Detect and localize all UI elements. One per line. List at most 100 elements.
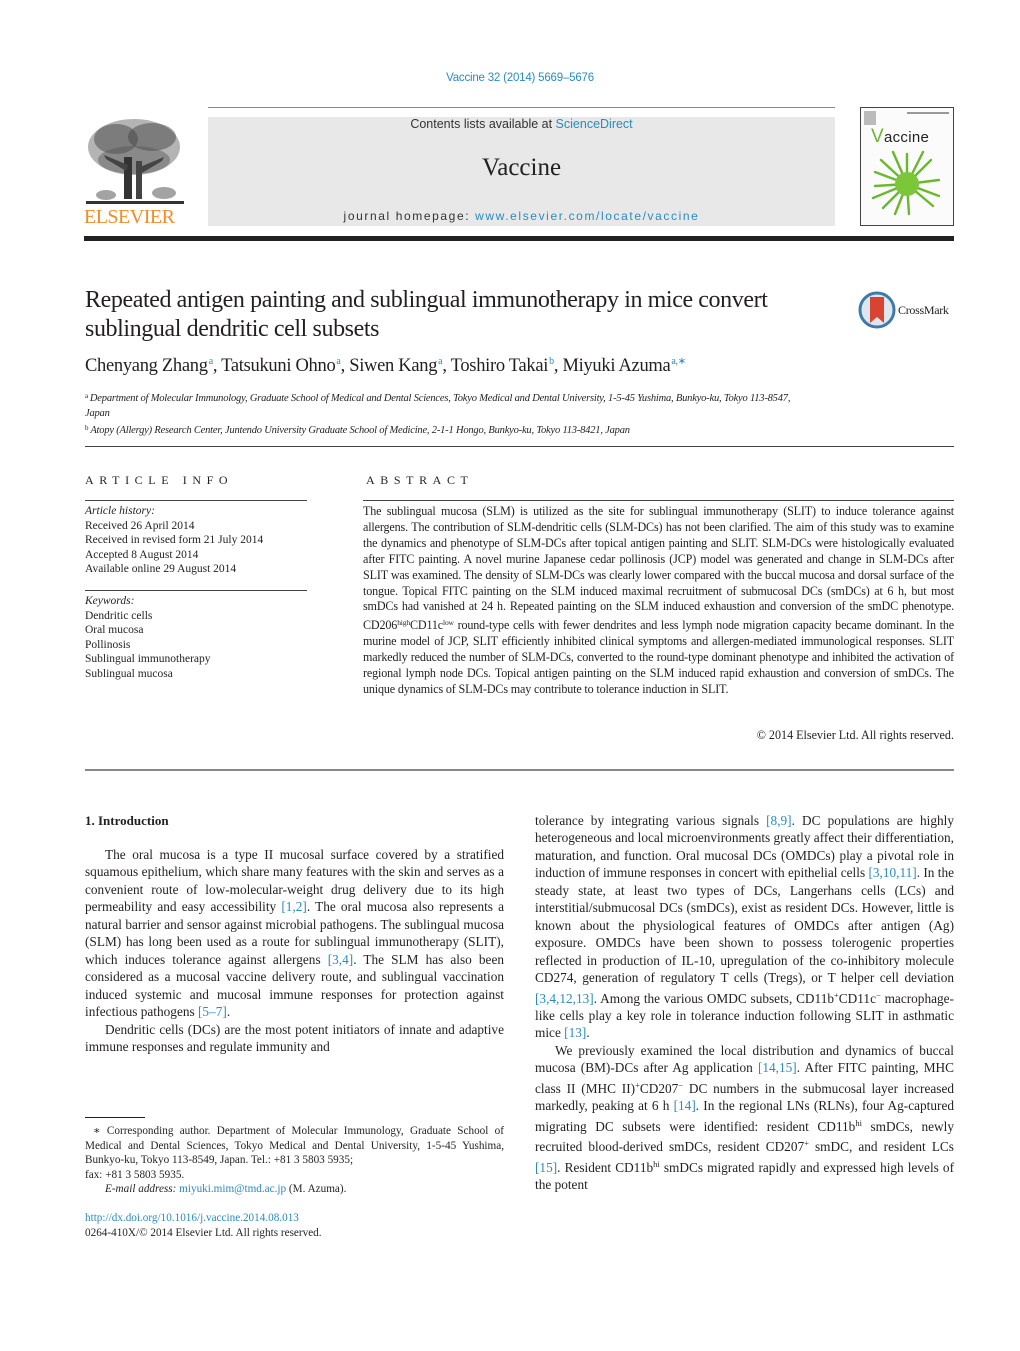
keywords: Keywords: Dendritic cells Oral mucosa Po…: [85, 594, 315, 681]
cover-issue-info-icon: [907, 112, 949, 114]
journal-title: Vaccine: [481, 154, 562, 181]
citation-link[interactable]: Vaccine 32 (2014) 5669–5676: [446, 72, 594, 84]
citation-ref-link[interactable]: [5–7]: [198, 1004, 227, 1019]
crossmark-label[interactable]: CrossMark: [898, 303, 949, 318]
email-link[interactable]: miyuki.mim@tmd.ac.jp: [179, 1183, 286, 1195]
abstract-sup: low: [443, 618, 454, 628]
homepage-link[interactable]: www.elsevier.com/locate/vaccine: [475, 209, 699, 223]
paragraph: Dendritic cells (DCs) are the most poten…: [85, 1021, 504, 1054]
footnote-email: E-mail address: miyuki.mim@tmd.ac.jp (M.…: [85, 1182, 504, 1197]
issn-copyright: 0264-410X/© 2014 Elsevier Ltd. All right…: [85, 1227, 322, 1239]
citation-ref-link[interactable]: [15]: [535, 1160, 557, 1175]
abstract-sup: high: [397, 618, 410, 628]
corresponding-author-footnote: ∗ Corresponding author. Department of Mo…: [85, 1124, 504, 1197]
section-divider: [85, 446, 954, 447]
sciencedirect-link[interactable]: ScienceDirect: [556, 117, 633, 131]
keyword-item: Oral mucosa: [85, 624, 144, 636]
affiliation-key: b: [85, 424, 89, 432]
article-info-rule: [85, 500, 307, 501]
paragraph: We previously examined the local distrib…: [535, 1042, 954, 1194]
publisher-wordmark: ELSEVIER: [84, 206, 175, 228]
cover-title: Vaccine: [871, 126, 929, 148]
history-label: Article history:: [85, 505, 155, 517]
footnote-fax: fax: +81 3 5803 5935.: [85, 1168, 185, 1181]
cover-title-v: V: [871, 126, 884, 147]
text-run: CD207: [639, 1080, 679, 1096]
author-name[interactable]: Toshiro Takai: [451, 356, 549, 376]
keywords-rule: [85, 590, 307, 591]
citation-ref-link[interactable]: [1,2]: [281, 899, 306, 914]
text-run: . Among the various OMDC subsets, CD11b: [593, 990, 834, 1006]
citation-ref-link[interactable]: [13]: [564, 1025, 586, 1040]
superscript: hi: [855, 1117, 862, 1128]
keyword-item: Sublingual mucosa: [85, 667, 173, 680]
affiliation-text: Atopy (Allergy) Research Center, Juntend…: [90, 425, 630, 436]
article-info-heading: ARTICLE INFO: [85, 473, 234, 487]
text-run: smDC, and resident LCs: [808, 1139, 954, 1155]
doi-link[interactable]: http://dx.doi.org/10.1016/j.vaccine.2014…: [85, 1211, 322, 1226]
citation-ref-link[interactable]: [14,15]: [758, 1060, 797, 1075]
abstract-rule: [363, 500, 954, 501]
author-name[interactable]: Miyuki Azuma: [562, 356, 670, 376]
keyword-item: Dendritic cells: [85, 609, 153, 622]
affiliations: a Department of Molecular Immunology, Gra…: [85, 389, 805, 439]
citation-ref-link[interactable]: [3,4,12,13]: [535, 991, 594, 1006]
footnote-corresponding: ∗ Corresponding author. Department of Mo…: [85, 1124, 504, 1168]
body-column-left: The oral mucosa is a type II mucosal sur…: [85, 846, 504, 1055]
superscript: hi: [653, 1158, 660, 1169]
affiliation-key: a: [85, 392, 88, 400]
header-thick-rule: [84, 236, 954, 241]
body-column-right: tolerance by integrating various signals…: [535, 812, 954, 1194]
text-run: .: [586, 1025, 590, 1041]
affiliation-text: Department of Molecular Immunology, Grad…: [85, 393, 791, 419]
author-affiliation-marker[interactable]: a,∗: [671, 356, 686, 367]
history-item: Accepted 8 August 2014: [85, 548, 199, 561]
cover-title-rest: accine: [883, 129, 930, 146]
author-separator: ,: [212, 356, 222, 376]
homepage-prefix: journal homepage:: [343, 209, 476, 223]
abstract-text: The sublingual mucosa (SLM) is utilized …: [363, 504, 954, 698]
text-run: .: [226, 1004, 231, 1020]
author-name[interactable]: Chenyang Zhang: [85, 356, 208, 376]
history-item: Received in revised form 21 July 2014: [85, 534, 264, 546]
author-list: Chenyang Zhanga, Tatsukuni Ohnoa, Siwen …: [85, 356, 686, 377]
cover-virus-illustration-icon: [871, 150, 941, 216]
author-separator: ,: [340, 356, 350, 376]
history-item: Available online 29 August 2014: [85, 563, 237, 575]
author-name[interactable]: Siwen Kang: [349, 356, 437, 376]
paragraph: The oral mucosa is a type II mucosal sur…: [85, 846, 504, 1021]
contents-prefix: Contents lists available at: [410, 117, 556, 131]
article-history: Article history: Received 26 April 2014 …: [85, 504, 315, 577]
abstract-copyright: © 2014 Elsevier Ltd. All rights reserved…: [756, 728, 954, 742]
body-divider: [85, 769, 954, 771]
history-item: Received 26 April 2014: [85, 519, 195, 532]
keyword-item: Sublingual immunotherapy: [85, 653, 211, 665]
keywords-label: Keywords:: [85, 595, 135, 607]
cover-publisher-logo-icon: [864, 111, 876, 125]
abstract-part: The sublingual mucosa (SLM) is utilized …: [363, 504, 954, 633]
journal-citation[interactable]: Vaccine 32 (2014) 5669–5676: [0, 72, 1020, 84]
text-run: . Resident CD11b: [557, 1159, 654, 1175]
text-run: CD11c: [838, 990, 876, 1006]
affiliation-b: b Atopy (Allergy) Research Center, Junten…: [85, 421, 805, 439]
citation-ref-link[interactable]: [8,9]: [766, 813, 791, 828]
doi-block: http://dx.doi.org/10.1016/j.vaccine.2014…: [85, 1211, 322, 1241]
abstract-part: round-type cells with fewer dendrites an…: [363, 618, 954, 696]
header-top-rule: [208, 107, 835, 108]
citation-ref-link[interactable]: [3,10,11]: [868, 865, 916, 880]
keyword-item: Pollinosis: [85, 638, 131, 651]
footnote-text: ∗ Corresponding author. Department of Mo…: [85, 1125, 504, 1167]
email-label: E-mail address:: [105, 1183, 180, 1196]
author-name[interactable]: Tatsukuni Ohno: [221, 356, 336, 376]
email-suffix: (M. Azuma).: [286, 1183, 347, 1196]
author-separator: ,: [442, 356, 451, 376]
journal-cover-thumbnail[interactable]: Vaccine: [860, 107, 954, 226]
article-title: Repeated antigen painting and sublingual…: [85, 287, 768, 342]
text-run: . In the steady state, at least two type…: [535, 865, 955, 986]
paragraph: tolerance by integrating various signals…: [535, 812, 954, 1042]
text-run: tolerance by integrating various signals: [535, 813, 767, 828]
citation-ref-link[interactable]: [3,4]: [328, 952, 353, 967]
abstract-heading: ABSTRACT: [366, 473, 474, 487]
introduction-heading: 1. Introduction: [85, 813, 169, 828]
citation-ref-link[interactable]: [14]: [674, 1098, 696, 1113]
